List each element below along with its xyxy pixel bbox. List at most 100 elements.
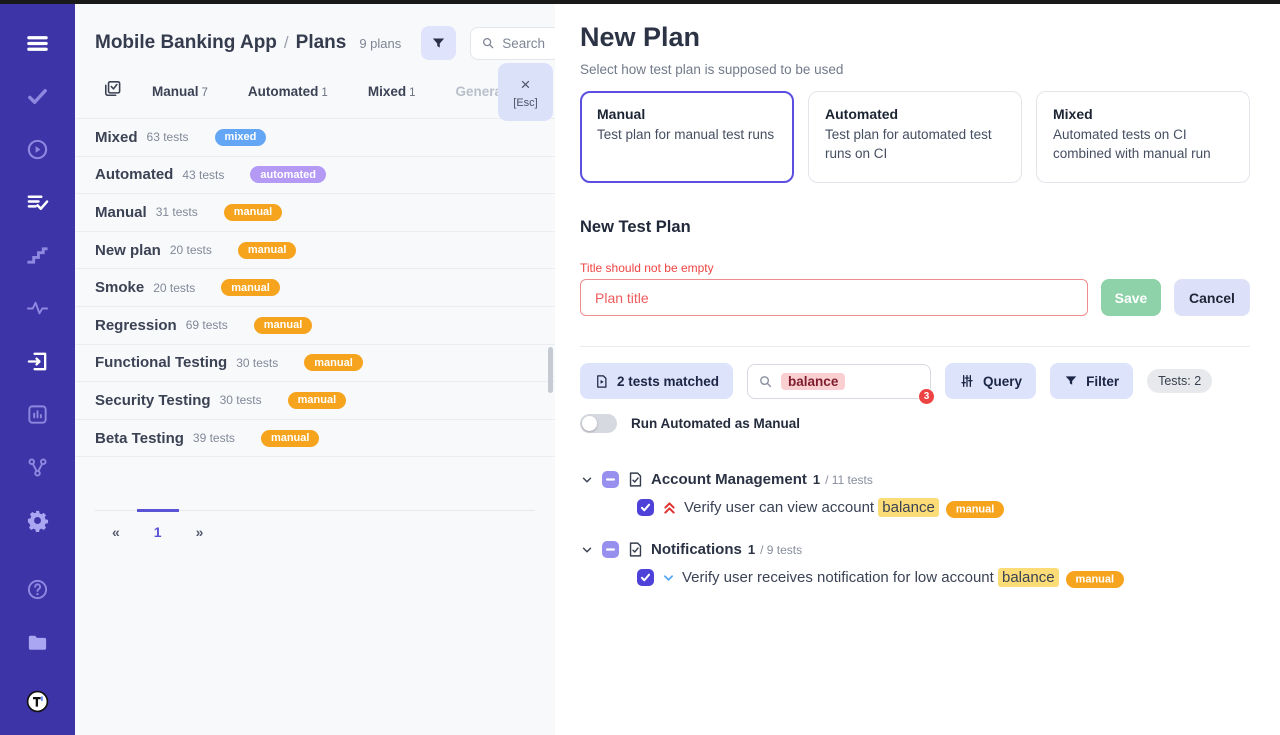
settings-gear-icon[interactable] <box>26 508 50 532</box>
tests-check-icon[interactable] <box>26 84 50 108</box>
plan-type-card-manual[interactable]: Manual Test plan for manual test runs <box>580 91 794 183</box>
plan-tests-count: 43 tests <box>182 168 224 182</box>
card-description: Automated tests on CI combined with manu… <box>1053 126 1233 163</box>
plan-row-regression[interactable]: Regression 69 tests manual <box>75 307 555 345</box>
group-notifications[interactable]: Notifications 1 / 9 tests <box>580 541 1250 558</box>
plan-type-badge: manual <box>304 354 363 371</box>
runs-play-icon[interactable] <box>26 137 50 161</box>
close-panel-button[interactable]: × [Esc] <box>498 63 553 121</box>
import-icon[interactable] <box>26 349 50 373</box>
plan-title: Mixed <box>95 129 138 146</box>
plan-title: Automated <box>95 166 173 183</box>
plans-filter-button[interactable] <box>421 26 456 60</box>
plan-tests-count: 20 tests <box>170 243 212 257</box>
search-highlight: balance <box>998 568 1059 587</box>
group-total-count: / 9 tests <box>760 543 802 557</box>
plan-type-badge: manual <box>288 392 347 409</box>
test-checkbox-checked[interactable] <box>637 569 654 586</box>
plan-row-manual[interactable]: Manual 31 tests manual <box>75 194 555 232</box>
search-icon <box>758 374 773 389</box>
group-name: Notifications <box>651 541 742 558</box>
group-checkbox-indeterminate[interactable] <box>602 471 619 488</box>
plans-search-input[interactable] <box>502 36 554 51</box>
close-icon: × <box>521 76 531 93</box>
breadcrumb-separator: / <box>284 33 289 52</box>
funnel-icon <box>1064 374 1078 388</box>
milestones-steps-icon[interactable] <box>26 243 50 267</box>
top-strip <box>0 0 1280 4</box>
divider <box>580 346 1250 347</box>
filter-button[interactable]: Filter <box>1050 363 1133 399</box>
plan-tests-count: 31 tests <box>156 205 198 219</box>
plan-title: Security Testing <box>95 392 211 409</box>
new-plan-panel: New Plan Select how test plan is suppose… <box>555 4 1280 735</box>
query-button[interactable]: Query <box>945 363 1036 399</box>
form-heading: New Test Plan <box>580 218 1250 237</box>
plan-row-mixed[interactable]: Mixed 63 tests mixed <box>75 119 555 157</box>
pagination: « 1 » <box>95 510 535 548</box>
analytics-chart-icon[interactable] <box>26 402 50 426</box>
search-term-chip[interactable]: balance <box>781 373 845 390</box>
card-description: Test plan for manual test runs <box>597 126 777 145</box>
plan-title: Manual <box>95 204 147 221</box>
plan-row-automated[interactable]: Automated 43 tests automated <box>75 157 555 195</box>
branch-icon[interactable] <box>26 455 50 479</box>
plan-row-security-testing[interactable]: Security Testing 30 tests manual <box>75 382 555 420</box>
card-title: Automated <box>825 106 1005 122</box>
plan-type-card-automated[interactable]: Automated Test plan for automated test r… <box>808 91 1022 183</box>
test-checkbox-checked[interactable] <box>637 499 654 516</box>
plan-type-badge: manual <box>254 317 313 334</box>
projects-folder-icon[interactable] <box>26 630 50 654</box>
plan-row-new-plan[interactable]: New plan 20 tests manual <box>75 232 555 270</box>
group-checkbox-indeterminate[interactable] <box>602 541 619 558</box>
tests-count-pill: Tests: 2 <box>1147 369 1212 393</box>
plan-tests-count: 39 tests <box>193 431 235 445</box>
tests-matched-button[interactable]: 2 tests matched <box>580 363 733 399</box>
test-row-low-balance-notification[interactable]: Verify user receives notification for lo… <box>637 569 1250 586</box>
test-title: Verify user can view account balancemanu… <box>684 499 1004 516</box>
run-automated-toggle[interactable] <box>580 414 617 433</box>
cancel-button[interactable]: Cancel <box>1174 279 1250 316</box>
page-subtitle: Select how test plan is supposed to be u… <box>580 62 1250 77</box>
esc-key-label: [Esc] <box>513 97 537 109</box>
tests-search[interactable]: balance 3 <box>747 364 931 399</box>
plan-row-smoke[interactable]: Smoke 20 tests manual <box>75 269 555 307</box>
help-icon[interactable] <box>26 577 50 601</box>
search-count-badge: 3 <box>918 388 935 405</box>
testomat-logo[interactable] <box>20 683 56 719</box>
suite-document-icon <box>627 541 644 558</box>
plan-type-badge: manual <box>221 279 280 296</box>
search-highlight: balance <box>878 498 939 517</box>
breadcrumb-project[interactable]: Mobile Banking App <box>95 32 277 53</box>
tab-automated[interactable]: Automated1 <box>248 84 328 99</box>
plan-type-card-mixed[interactable]: Mixed Automated tests on CI combined wit… <box>1036 91 1250 183</box>
sliders-icon <box>959 373 975 389</box>
menu-icon[interactable] <box>26 31 50 55</box>
plan-title: New plan <box>95 242 161 259</box>
plan-title-input[interactable] <box>580 279 1088 316</box>
plan-type-badge: mixed <box>215 129 267 146</box>
chevron-down-icon[interactable] <box>580 543 594 557</box>
group-account-management[interactable]: Account Management 1 / 11 tests <box>580 471 1250 488</box>
plan-type-badge: automated <box>250 166 326 183</box>
plans-search[interactable] <box>470 27 555 60</box>
priority-low-icon <box>662 572 675 584</box>
pulse-activity-icon[interactable] <box>26 296 50 320</box>
pagination-next[interactable]: » <box>179 511 221 548</box>
chevron-down-icon[interactable] <box>580 473 594 487</box>
save-button[interactable]: Save <box>1101 279 1161 316</box>
pagination-prev[interactable]: « <box>95 511 137 548</box>
plan-title: Smoke <box>95 279 144 296</box>
test-row-view-balance[interactable]: Verify user can view account balancemanu… <box>637 499 1250 516</box>
plans-list-check-icon[interactable] <box>26 190 50 214</box>
scrollbar-thumb[interactable] <box>548 347 553 393</box>
tab-manual[interactable]: Manual7 <box>152 84 208 99</box>
pagination-page-1[interactable]: 1 <box>137 509 179 548</box>
plan-row-beta-testing[interactable]: Beta Testing 39 tests manual <box>75 420 555 458</box>
app-window: Mobile Banking App/Plans 9 plans × [Esc]… <box>0 0 1280 735</box>
select-all-icon[interactable] <box>103 79 122 103</box>
card-title: Mixed <box>1053 106 1233 122</box>
tab-mixed[interactable]: Mixed1 <box>368 84 416 99</box>
plan-row-functional-testing[interactable]: Functional Testing 30 tests manual <box>75 345 555 383</box>
priority-high-icon <box>662 501 677 515</box>
